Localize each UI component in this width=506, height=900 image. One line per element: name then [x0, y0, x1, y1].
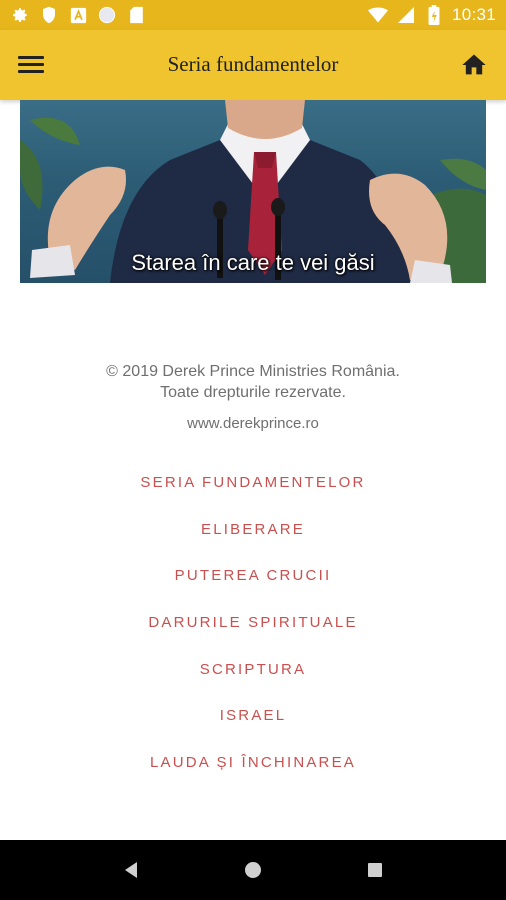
font-icon: [68, 5, 88, 25]
series-links: SERIA FUNDAMENTELOR ELIBERARE PUTEREA CR…: [0, 474, 506, 801]
link-seria-fundamentelor[interactable]: SERIA FUNDAMENTELOR: [0, 474, 506, 521]
sd-card-icon: [126, 5, 146, 25]
system-nav-bar: [0, 840, 506, 900]
gear-icon: [10, 5, 30, 25]
circle-icon: [97, 5, 117, 25]
wifi-icon: [367, 5, 388, 25]
link-israel[interactable]: ISRAEL: [0, 707, 506, 754]
link-scriptura[interactable]: SCRIPTURA: [0, 661, 506, 708]
home-button[interactable]: [460, 51, 488, 79]
link-puterea-crucii[interactable]: PUTEREA CRUCII: [0, 567, 506, 614]
app-bar: Seria fundamentelor: [0, 30, 506, 100]
status-bar: 10:31: [0, 0, 506, 30]
copyright-text: © 2019 Derek Prince Ministries România. …: [0, 361, 506, 403]
home-icon: [462, 54, 486, 75]
shield-icon: [39, 5, 59, 25]
signal-icon: [396, 5, 416, 25]
link-eliberare[interactable]: ELIBERARE: [0, 521, 506, 568]
home-circle-icon: [245, 862, 261, 878]
back-icon: [125, 862, 137, 878]
copyright-line: Toate drepturile rezervate.: [160, 384, 346, 401]
home-nav-button[interactable]: [241, 858, 265, 882]
back-button[interactable]: [119, 858, 143, 882]
copyright-line: © 2019 Derek Prince Ministries România.: [106, 363, 400, 380]
video-caption: Starea în care te vei găsi: [131, 250, 375, 275]
battery-charging-icon: [424, 5, 444, 25]
page-title: Seria fundamentelor: [167, 52, 339, 76]
website-link[interactable]: www.derekprince.ro: [0, 415, 506, 432]
link-darurile-spirituale[interactable]: DARURILE SPIRITUALE: [0, 614, 506, 661]
clock-time: 10:31: [451, 5, 496, 24]
recents-button[interactable]: [363, 858, 387, 882]
video-player[interactable]: Starea în care te vei găsi: [20, 100, 486, 283]
link-lauda-si-inchinarea[interactable]: LAUDA ȘI ÎNCHINAREA: [0, 754, 506, 801]
recents-icon: [368, 863, 382, 877]
